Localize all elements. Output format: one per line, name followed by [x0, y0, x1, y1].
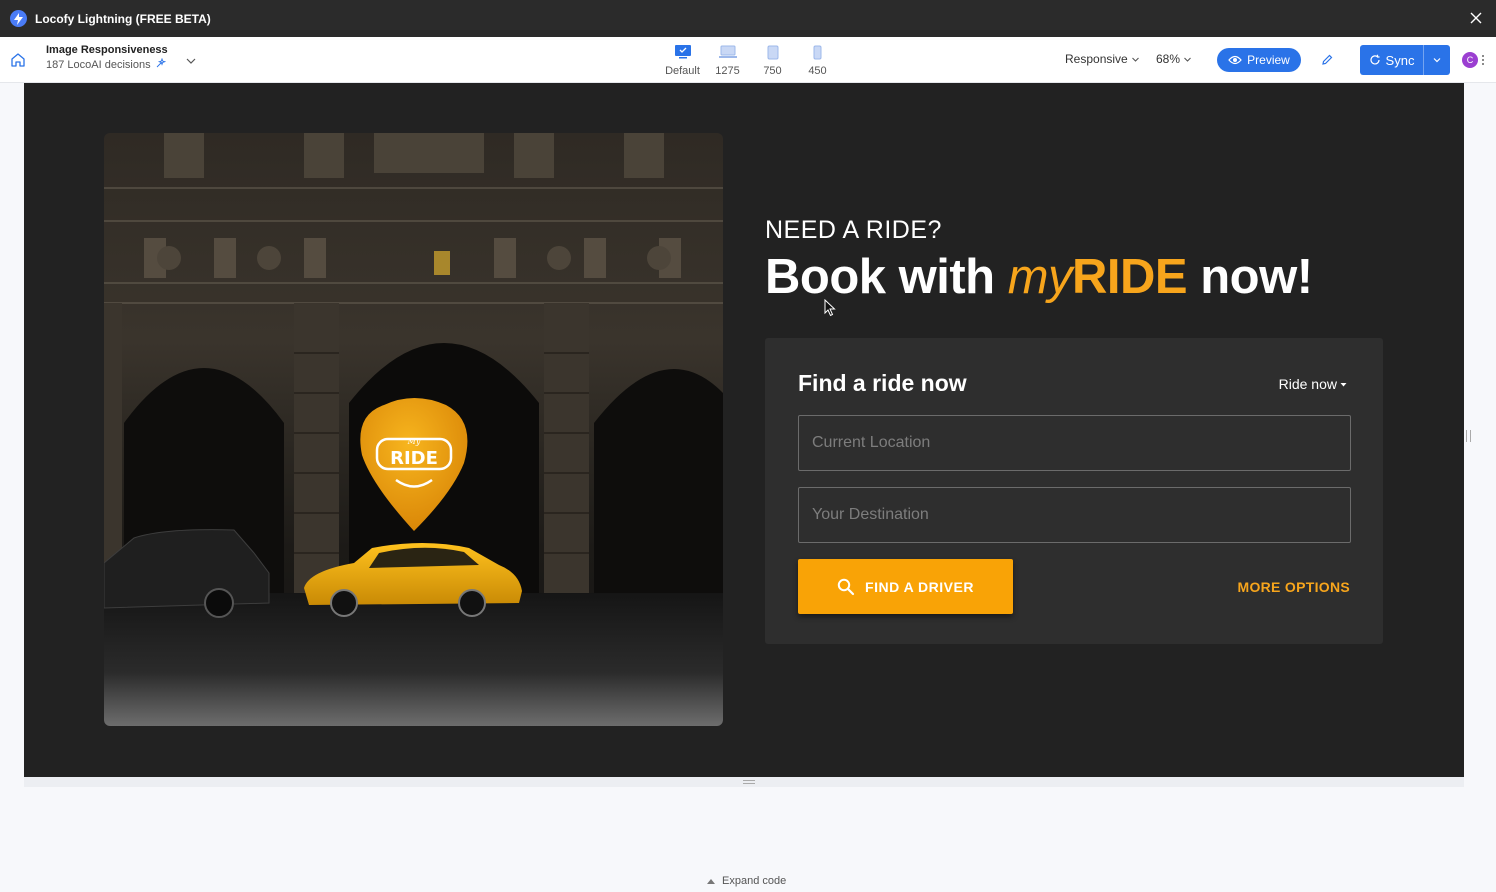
search-icon [837, 578, 855, 595]
canvas-side-handle[interactable] [1466, 430, 1471, 442]
more-options-link[interactable]: MORE OPTIONS [1238, 579, 1351, 595]
sync-main[interactable]: Sync [1360, 45, 1424, 75]
headline-my: my [1007, 250, 1073, 304]
tablet-icon [767, 42, 779, 62]
responsive-dropdown[interactable]: Responsive [1065, 52, 1140, 66]
mouse-cursor-icon [824, 298, 836, 317]
chevron-down-icon [1131, 57, 1139, 62]
pencil-icon[interactable] [1314, 50, 1340, 70]
locoai-decisions-text: 187 LocoAI decisions [46, 59, 151, 71]
avatar[interactable]: C [1462, 52, 1478, 68]
destination-input[interactable] [798, 487, 1351, 543]
hero-text: NEED A RIDE? Book with myRIDE now! [765, 216, 1313, 305]
locoai-decisions: 187 LocoAI decisions [46, 57, 168, 72]
caret-up-icon [707, 878, 715, 884]
mobile-icon [813, 42, 822, 62]
locofy-logo-icon [10, 10, 27, 27]
sync-icon [1370, 54, 1380, 65]
zoom-label: 68% [1156, 52, 1181, 66]
project-info[interactable]: Image Responsiveness 187 LocoAI decision… [46, 44, 168, 72]
sparkle-icon [155, 57, 166, 72]
find-driver-button[interactable]: FIND A DRIVER [798, 559, 1013, 614]
breakpoint-1275[interactable]: 1275 [705, 42, 750, 77]
breakpoint-label: 450 [808, 65, 827, 77]
breakpoint-switcher: Default 1275 750 450 [660, 42, 840, 77]
breakpoint-750[interactable]: 750 [750, 42, 795, 77]
toolbar: Image Responsiveness 187 LocoAI decision… [0, 37, 1496, 83]
close-icon[interactable] [1466, 8, 1486, 28]
card-title: Find a ride now [798, 370, 967, 396]
breakpoint-label: 750 [763, 65, 782, 77]
find-ride-card: Find a ride now Ride now FIND A DRIVER M… [765, 338, 1383, 644]
headline-prefix: Book with [765, 250, 1008, 304]
chevron-down-icon[interactable] [1424, 45, 1450, 75]
project-name: Image Responsiveness [46, 44, 168, 56]
sync-button[interactable]: Sync [1360, 45, 1450, 75]
preview-label: Preview [1247, 53, 1290, 67]
breakpoint-label: Default [665, 65, 700, 77]
canvas-resize-handle[interactable] [743, 780, 755, 784]
preview-button[interactable]: Preview [1217, 48, 1301, 72]
ride-mode-dropdown[interactable]: Ride now [1279, 376, 1347, 392]
zoom-dropdown[interactable]: 68% [1156, 52, 1192, 66]
laptop-icon [718, 42, 738, 62]
photo-logo-text: RIDE [390, 448, 438, 469]
caret-down-icon [1340, 382, 1347, 386]
hero-image: My RIDE [104, 133, 723, 726]
sync-label: Sync [1385, 52, 1415, 68]
more-options-icon[interactable] [1481, 52, 1485, 68]
expand-code-label: Expand code [722, 875, 787, 887]
headline-ride: RIDE [1072, 250, 1188, 304]
home-icon[interactable] [9, 51, 27, 69]
responsive-label: Responsive [1065, 52, 1128, 66]
current-location-input[interactable] [798, 415, 1351, 471]
find-driver-label: FIND A DRIVER [865, 578, 974, 595]
eye-icon [1228, 55, 1242, 65]
hero-headline: Book with myRIDE now! [765, 249, 1313, 305]
desktop-icon [674, 42, 692, 62]
ride-mode-label: Ride now [1278, 376, 1337, 392]
breakpoint-450[interactable]: 450 [795, 42, 840, 77]
headline-suffix: now! [1187, 250, 1313, 304]
window-title: Locofy Lightning (FREE BETA) [35, 11, 211, 26]
photo-logo-small: My [407, 437, 421, 446]
chevron-down-icon[interactable] [185, 54, 197, 66]
design-canvas: My RIDE NEED A RIDE? Book with myRIDE no… [24, 83, 1464, 777]
breakpoint-label: 1275 [715, 65, 740, 77]
chevron-down-icon [1184, 57, 1191, 62]
breakpoint-default[interactable]: Default [660, 42, 705, 77]
expand-code-toggle[interactable]: Expand code [706, 875, 786, 887]
need-a-ride-heading: NEED A RIDE? [765, 216, 942, 244]
title-bar: Locofy Lightning (FREE BETA) [0, 0, 1496, 37]
